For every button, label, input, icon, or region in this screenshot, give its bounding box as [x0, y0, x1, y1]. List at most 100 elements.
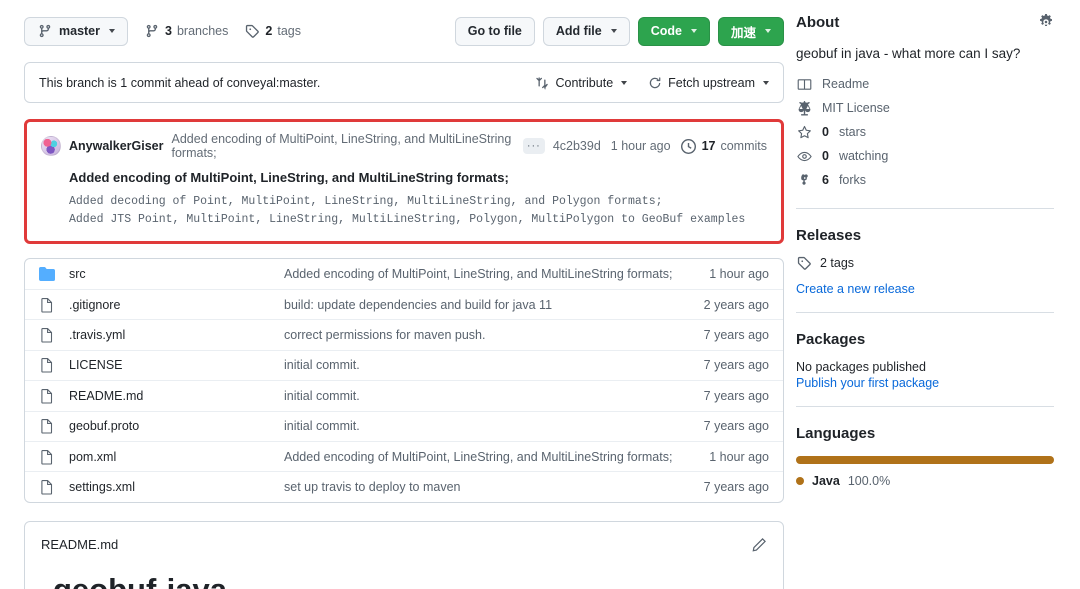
commits-count-number: 17	[701, 139, 716, 153]
code-label: Code	[650, 24, 682, 38]
toolbar-right-group: Go to file Add file Code 加速	[454, 16, 784, 46]
releases-tags-label: 2 tags	[820, 256, 855, 271]
add-file-button[interactable]: Add file	[542, 16, 630, 46]
branch-notice-actions: Contribute Fetch upstream	[534, 76, 769, 90]
fork-icon	[796, 173, 812, 188]
file-commit-message[interactable]: set up travis to deploy to maven	[284, 480, 691, 494]
file-commit-message[interactable]: initial commit.	[284, 358, 691, 372]
table-row[interactable]: settings.xml set up travis to deploy to …	[25, 471, 783, 501]
file-icon	[25, 388, 69, 404]
file-commit-message[interactable]: correct permissions for maven push.	[284, 328, 691, 342]
sidebar-item-stars[interactable]: 0 stars	[796, 120, 1054, 144]
table-row[interactable]: pom.xml Added encoding of MultiPoint, Li…	[25, 440, 783, 471]
watching-label: watching	[838, 149, 889, 164]
file-list: src Added encoding of MultiPoint, LineSt…	[24, 257, 784, 503]
file-name[interactable]: .travis.yml	[69, 328, 284, 342]
code-button[interactable]: Code	[637, 16, 710, 46]
commit-author[interactable]: AnywalkerGiser	[69, 139, 164, 153]
commit-history-link[interactable]: 17 commits	[681, 138, 767, 154]
branches-count-link[interactable]: 3 branches	[144, 24, 228, 38]
chevron-down-icon	[690, 29, 697, 33]
readme-heading: geobuf-java	[53, 572, 755, 589]
releases-tags-link[interactable]: 2 tags	[796, 256, 1054, 270]
stars-count: 0	[822, 125, 829, 140]
chevron-down-icon	[621, 80, 628, 85]
file-age: 7 years ago	[703, 388, 769, 403]
create-release-link[interactable]: Create a new release	[796, 270, 1054, 296]
accelerate-button[interactable]: 加速	[717, 16, 784, 46]
file-name[interactable]: LICENSE	[69, 358, 284, 372]
gear-icon[interactable]	[1038, 14, 1054, 30]
readme-link-label: Readme	[822, 77, 870, 92]
branch-status-notice: This branch is 1 commit ahead of conveya…	[24, 62, 784, 103]
file-commit-message[interactable]: Added encoding of MultiPoint, LineString…	[284, 267, 691, 281]
file-name[interactable]: pom.xml	[69, 450, 284, 464]
tags-label: tags	[277, 24, 301, 38]
commits-count-label: commits	[720, 139, 767, 153]
file-name[interactable]: src	[69, 267, 284, 281]
publish-package-link[interactable]: Publish your first package	[796, 374, 1054, 390]
table-row[interactable]: LICENSE initial commit. 7 years ago	[25, 349, 783, 380]
branch-selector-button[interactable]: master	[24, 16, 128, 46]
repository-page: master 3 branches 2 tags Go to file Add …	[0, 0, 1080, 589]
fetch-upstream-button[interactable]: Fetch upstream	[647, 76, 769, 90]
folder-icon	[25, 266, 69, 282]
file-icon	[25, 479, 69, 495]
repository-main-column: master 3 branches 2 tags Go to file Add …	[24, 0, 784, 589]
branch-status-text: This branch is 1 commit ahead of conveya…	[39, 75, 321, 90]
sidebar-item-readme[interactable]: Readme	[796, 72, 1054, 96]
file-name[interactable]: README.md	[69, 389, 284, 403]
language-legend-java[interactable]: Java 100.0%	[796, 474, 1054, 488]
commit-meta: 4c2b39d 1 hour ago 17 commits	[553, 138, 767, 154]
file-commit-message[interactable]: Added encoding of MultiPoint, LineString…	[284, 450, 691, 464]
branch-selector-label: master	[59, 24, 100, 38]
file-name[interactable]: settings.xml	[69, 480, 284, 494]
file-name[interactable]: .gitignore	[69, 298, 284, 312]
commit-inline-message[interactable]: Added encoding of MultiPoint, LineString…	[172, 132, 515, 160]
languages-section: Languages Java 100.0%	[796, 407, 1054, 488]
chevron-down-icon	[765, 29, 771, 33]
releases-title: Releases	[796, 227, 862, 245]
file-icon	[25, 449, 69, 465]
table-row[interactable]: geobuf.proto initial commit. 7 years ago	[25, 410, 783, 441]
table-row[interactable]: .travis.yml correct permissions for mave…	[25, 319, 783, 349]
file-commit-message[interactable]: initial commit.	[284, 419, 691, 433]
sidebar-item-forks[interactable]: 6 forks	[796, 168, 1054, 192]
sidebar-item-license[interactable]: MIT License	[796, 96, 1054, 120]
sidebar-item-watching[interactable]: 0 watching	[796, 144, 1054, 168]
chevron-down-icon	[610, 29, 617, 33]
latest-commit-highlight-box: AnywalkerGiser Added encoding of MultiPo…	[24, 119, 784, 244]
file-commit-message[interactable]: initial commit.	[284, 389, 691, 403]
license-link-label: MIT License	[822, 101, 890, 116]
packages-empty-text: No packages published	[796, 360, 926, 375]
go-to-file-label: Go to file	[467, 24, 522, 38]
packages-title: Packages	[796, 331, 866, 349]
language-percent: 100.0%	[847, 474, 891, 489]
table-row[interactable]: .gitignore build: update dependencies an…	[25, 289, 783, 319]
readme-content: geobuf-java	[25, 568, 783, 589]
add-file-label: Add file	[555, 24, 602, 38]
file-name[interactable]: geobuf.proto	[69, 419, 284, 433]
commit-subject: Added encoding of MultiPoint, LineString…	[69, 170, 509, 185]
pencil-icon[interactable]	[751, 537, 767, 553]
file-commit-message[interactable]: build: update dependencies and build for…	[284, 298, 691, 312]
book-icon	[796, 77, 812, 92]
readme-filename[interactable]: README.md	[41, 537, 118, 552]
tags-count-link[interactable]: 2 tags	[244, 24, 301, 38]
eye-icon	[796, 149, 812, 164]
about-header: About	[796, 0, 1054, 44]
about-description: geobuf in java - what more can I say?	[796, 46, 1021, 61]
contribute-label: Contribute	[555, 75, 614, 90]
readme-panel: README.md geobuf-java	[24, 520, 784, 589]
language-name: Java	[812, 474, 840, 489]
star-icon	[796, 125, 812, 140]
language-bar	[796, 456, 1054, 465]
commit-expand-button[interactable]: ···	[522, 138, 545, 154]
go-to-file-button[interactable]: Go to file	[454, 16, 535, 46]
file-icon	[25, 357, 69, 374]
table-row[interactable]: README.md initial commit. 7 years ago	[25, 380, 783, 410]
table-row[interactable]: src Added encoding of MultiPoint, LineSt…	[25, 259, 783, 289]
chevron-down-icon	[109, 29, 115, 33]
contribute-button[interactable]: Contribute	[534, 75, 628, 90]
commit-hash[interactable]: 4c2b39d	[553, 139, 601, 153]
